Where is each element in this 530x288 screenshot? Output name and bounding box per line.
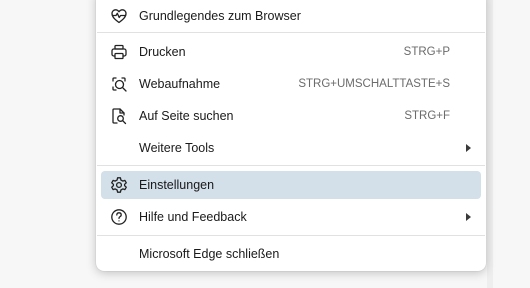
menu-item-print[interactable]: Drucken STRG+P bbox=[101, 38, 481, 66]
menu-item-close-edge[interactable]: Microsoft Edge schließen bbox=[101, 240, 481, 268]
heartbeat-icon bbox=[110, 7, 128, 25]
menu-item-find-on-page[interactable]: Auf Seite suchen STRG+F bbox=[101, 102, 481, 130]
menu-item-label: Hilfe und Feedback bbox=[139, 210, 247, 224]
menu-item-browser-essentials[interactable]: Grundlegendes zum Browser bbox=[101, 2, 481, 30]
find-on-page-icon bbox=[110, 107, 128, 125]
menu-divider bbox=[97, 165, 485, 166]
web-capture-icon bbox=[110, 75, 128, 93]
printer-icon bbox=[110, 43, 128, 61]
menu-item-label: Microsoft Edge schließen bbox=[139, 247, 280, 261]
gear-icon bbox=[110, 176, 128, 194]
chevron-right-icon bbox=[466, 213, 471, 221]
shortcut-label: STRG+P bbox=[403, 46, 450, 58]
menu-item-label: Grundlegendes zum Browser bbox=[139, 9, 301, 23]
menu-item-web-capture[interactable]: Webaufnahme STRG+UMSCHALTTASTE+S bbox=[101, 70, 481, 98]
background-page bbox=[487, 0, 493, 288]
menu-item-help-feedback[interactable]: Hilfe und Feedback bbox=[101, 203, 481, 231]
menu-divider bbox=[97, 32, 485, 33]
menu-item-label: Auf Seite suchen bbox=[139, 109, 234, 123]
shortcut-label: STRG+UMSCHALTTASTE+S bbox=[298, 78, 450, 90]
browser-settings-menu: Grundlegendes zum Browser Drucken STRG+P… bbox=[96, 0, 486, 271]
chevron-right-icon bbox=[466, 144, 471, 152]
menu-item-more-tools[interactable]: Weitere Tools bbox=[101, 134, 481, 162]
help-icon bbox=[110, 208, 128, 226]
menu-divider bbox=[97, 235, 485, 236]
menu-item-label: Webaufnahme bbox=[139, 77, 221, 91]
menu-item-settings[interactable]: Einstellungen bbox=[101, 171, 481, 199]
menu-item-label: Drucken bbox=[139, 45, 186, 59]
shortcut-label: STRG+F bbox=[404, 110, 450, 122]
menu-item-label: Einstellungen bbox=[139, 178, 215, 192]
menu-item-label: Weitere Tools bbox=[139, 141, 215, 155]
